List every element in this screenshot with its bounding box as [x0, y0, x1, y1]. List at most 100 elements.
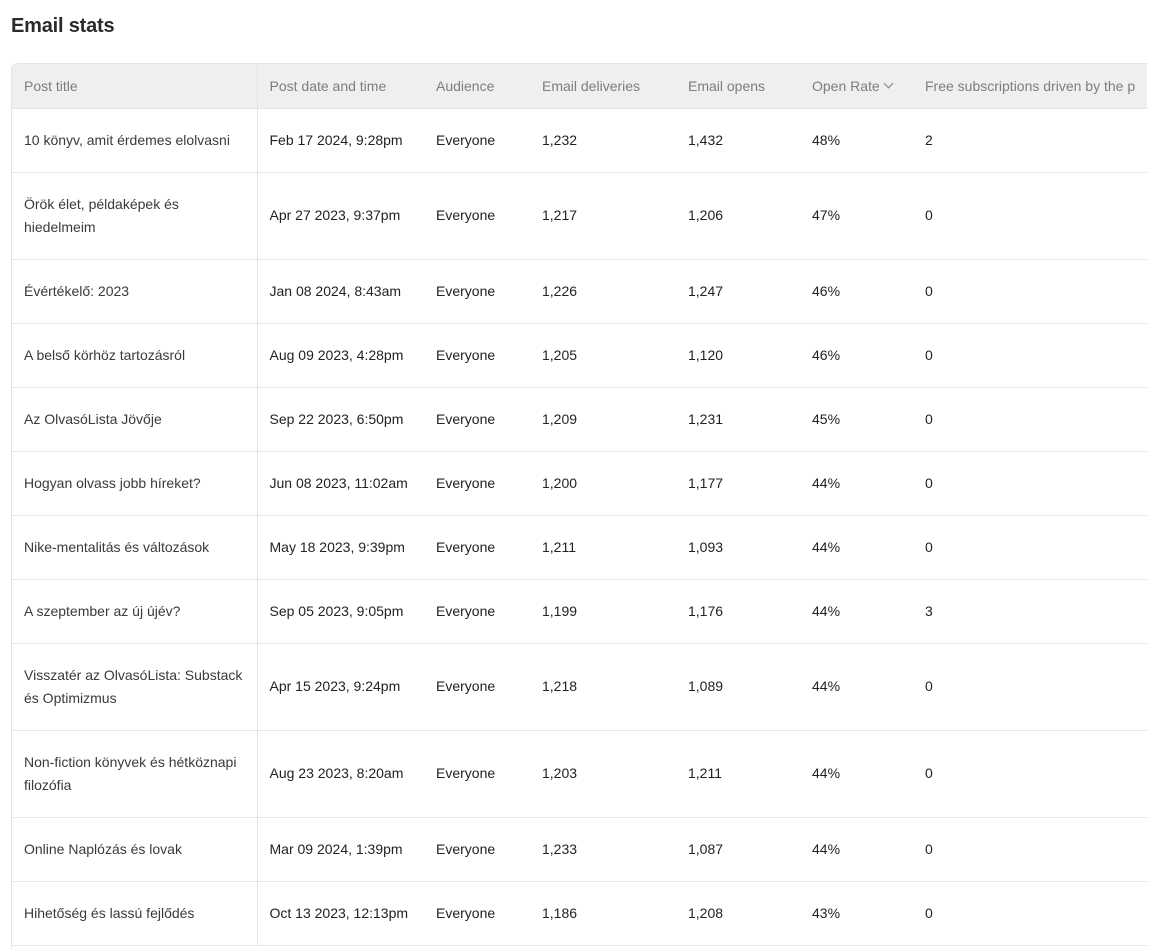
free-subscriptions-cell: 2	[913, 108, 1147, 173]
email-deliveries-cell: 1,226	[530, 259, 676, 324]
free-subscriptions-cell: 0	[913, 387, 1147, 452]
post-date-cell: Aug 23 2023, 8:20am	[257, 730, 424, 818]
email-opens-cell: 1,093	[676, 515, 800, 580]
email-deliveries-cell: 1,233	[530, 817, 676, 882]
audience-cell: Everyone	[424, 387, 530, 452]
email-deliveries-cell: 1,217	[530, 172, 676, 260]
email-opens-cell: 1,211	[676, 730, 800, 818]
audience-cell: Everyone	[424, 515, 530, 580]
audience-cell: Everyone	[424, 643, 530, 731]
email-deliveries-cell: 1,200	[530, 451, 676, 516]
table-row[interactable]: A szeptember az új újév? Sep 05 2023, 9:0…	[12, 579, 1147, 644]
post-date-cell: Apr 15 2023, 9:24pm	[257, 643, 424, 731]
email-stats-table: Post title Post date and time Audience E…	[11, 63, 1147, 949]
open-rate-cell: 44%	[800, 579, 913, 644]
audience-cell: Everyone	[424, 451, 530, 516]
table-row[interactable]: Évértékelő: 2023 Jan 08 2024, 8:43am Every…	[12, 259, 1147, 324]
column-header-free-subscriptions[interactable]: Free subscriptions driven by the p	[913, 64, 1147, 109]
email-deliveries-cell: 1,232	[530, 108, 676, 173]
open-rate-cell: 44%	[800, 730, 913, 818]
post-date-cell: Jan 08 2024, 8:43am	[257, 259, 424, 324]
free-subscriptions-cell: 0	[913, 730, 1147, 818]
post-date-cell: Feb 17 2024, 9:28pm	[257, 108, 424, 173]
email-opens-cell: 1,120	[676, 323, 800, 388]
column-header-post-title[interactable]: Post title	[12, 64, 258, 109]
post-title-cell: Nike-mentalitás és változások	[12, 515, 258, 580]
post-date-cell: Sep 05 2023, 9:05pm	[257, 579, 424, 644]
column-header-open-rate[interactable]: Open Rate	[800, 64, 913, 109]
email-opens-cell: 1,087	[676, 817, 800, 882]
post-title-cell: Visszatér az OlvasóLista: Substack és Op…	[12, 643, 258, 731]
column-header-post-date[interactable]: Post date and time	[257, 64, 424, 109]
open-rate-cell: 48%	[800, 108, 913, 173]
open-rate-cell: 46%	[800, 259, 913, 324]
table-row[interactable]: Non-fiction könyvek és hétköznapi filozó…	[12, 730, 1147, 818]
email-deliveries-cell: 1,211	[530, 515, 676, 580]
email-deliveries-cell: 1,209	[530, 387, 676, 452]
email-deliveries-cell: 1,205	[530, 323, 676, 388]
post-title-cell: Évértékelő: 2023	[12, 259, 258, 324]
post-title-cell: Hihetőség és lassú fejlődés	[12, 881, 258, 946]
post-title-cell: A belső körhöz tartozásról	[12, 323, 258, 388]
free-subscriptions-cell: 0	[913, 817, 1147, 882]
table-row[interactable]: A belső körhöz tartozásról Aug 09 2023, 4…	[12, 323, 1147, 388]
free-subscriptions-cell: 3	[913, 579, 1147, 644]
post-title-cell: Non-fiction könyvek és hétköznapi filozó…	[12, 730, 258, 818]
column-header-email-deliveries[interactable]: Email deliveries	[530, 64, 676, 109]
audience-cell: Everyone	[424, 172, 530, 260]
open-rate-cell: 47%	[800, 172, 913, 260]
open-rate-cell: 43%	[800, 881, 913, 946]
post-title-cell: Online Naplózás és lovak	[12, 817, 258, 882]
open-rate-cell: 44%	[800, 817, 913, 882]
email-opens-cell: 1,208	[676, 881, 800, 946]
column-header-audience[interactable]: Audience	[424, 64, 530, 109]
email-opens-cell: 1,432	[676, 108, 800, 173]
free-subscriptions-cell: 0	[913, 451, 1147, 516]
open-rate-cell: 46%	[800, 323, 913, 388]
table-row[interactable]: 10 könyv, amit érdemes elolvasni Feb 17 2…	[12, 108, 1147, 173]
post-date-cell: May 18 2023, 9:39pm	[257, 515, 424, 580]
audience-cell: Everyone	[424, 108, 530, 173]
table-row[interactable]: Az OlvasóLista Jövője Sep 22 2023, 6:50pm…	[12, 387, 1147, 452]
table-row[interactable]: Örök élet, példaképek és hiedelmeim Apr 2…	[12, 172, 1147, 260]
column-header-open-rate-label: Open Rate	[812, 77, 880, 94]
table-row[interactable]: Online Naplózás és lovak Mar 09 2024, 1:3…	[12, 817, 1147, 882]
page-title: Email stats	[11, 15, 115, 37]
email-opens-cell: 1,177	[676, 451, 800, 516]
chevron-down-icon	[883, 78, 894, 89]
post-date-cell: Jun 08 2023, 11:02am	[257, 451, 424, 516]
table-body: 10 könyv, amit érdemes elolvasni Feb 17 2…	[12, 108, 1147, 946]
free-subscriptions-cell: 0	[913, 172, 1147, 260]
table-row[interactable]: Nike-mentalitás és változások May 18 2023…	[12, 515, 1147, 580]
free-subscriptions-cell: 0	[913, 323, 1147, 388]
email-opens-cell: 1,176	[676, 579, 800, 644]
open-rate-cell: 44%	[800, 515, 913, 580]
open-rate-cell: 44%	[800, 451, 913, 516]
post-title-cell: 10 könyv, amit érdemes elolvasni	[12, 108, 258, 173]
email-opens-cell: 1,089	[676, 643, 800, 731]
table-row[interactable]: Visszatér az OlvasóLista: Substack és Op…	[12, 643, 1147, 731]
audience-cell: Everyone	[424, 259, 530, 324]
post-title-cell: A szeptember az új újév?	[12, 579, 258, 644]
email-deliveries-cell: 1,203	[530, 730, 676, 818]
audience-cell: Everyone	[424, 881, 530, 946]
post-date-cell: Mar 09 2024, 1:39pm	[257, 817, 424, 882]
post-date-cell: Sep 22 2023, 6:50pm	[257, 387, 424, 452]
post-title-cell: Örök élet, példaképek és hiedelmeim	[12, 172, 258, 260]
table-row[interactable]: Hihetőség és lassú fejlődés Oct 13 2023, …	[12, 881, 1147, 946]
post-title-cell: Hogyan olvass jobb híreket?	[12, 451, 258, 516]
email-deliveries-cell: 1,186	[530, 881, 676, 946]
email-opens-cell: 1,206	[676, 172, 800, 260]
open-rate-cell: 44%	[800, 643, 913, 731]
post-date-cell: Oct 13 2023, 12:13pm	[257, 881, 424, 946]
free-subscriptions-cell: 0	[913, 643, 1147, 731]
column-header-email-opens[interactable]: Email opens	[676, 64, 800, 109]
email-opens-cell: 1,247	[676, 259, 800, 324]
audience-cell: Everyone	[424, 323, 530, 388]
post-date-cell: Aug 09 2023, 4:28pm	[257, 323, 424, 388]
post-title-cell: Az OlvasóLista Jövője	[12, 387, 258, 452]
free-subscriptions-cell: 0	[913, 515, 1147, 580]
audience-cell: Everyone	[424, 817, 530, 882]
table-row[interactable]: Hogyan olvass jobb híreket? Jun 08 2023, …	[12, 451, 1147, 516]
free-subscriptions-cell: 0	[913, 881, 1147, 946]
